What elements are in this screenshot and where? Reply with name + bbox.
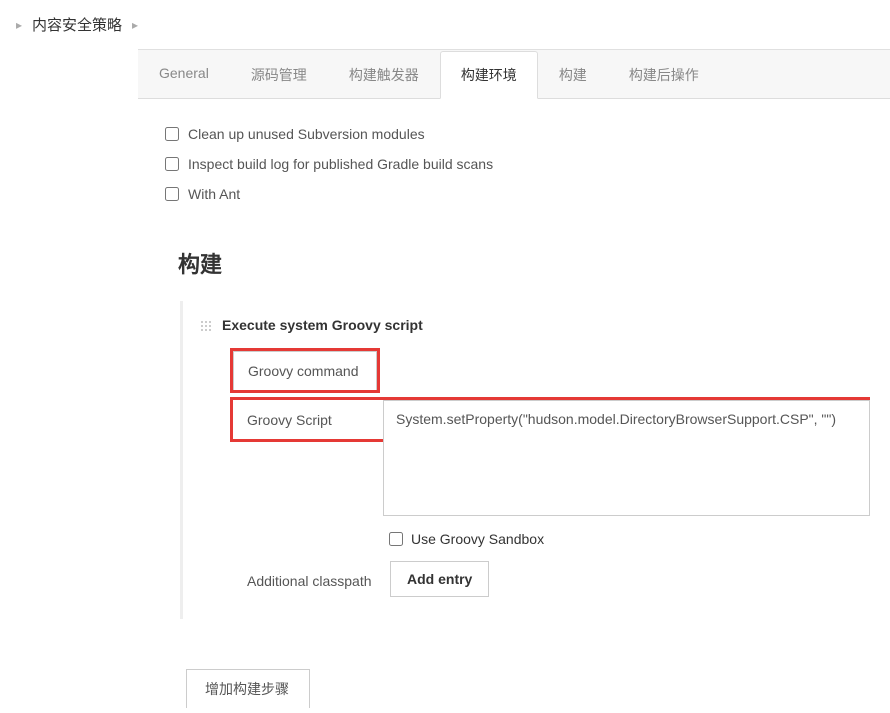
checkbox-with-ant-input[interactable]: [165, 187, 179, 201]
add-step-row: 增加构建步骤: [186, 669, 870, 710]
chevron-right-icon: ▸: [16, 18, 22, 32]
classpath-row: Additional classpath Add entry: [233, 561, 870, 619]
build-step-form: Groovy command Groovy Script System.setP…: [193, 351, 870, 619]
checkbox-inspect-gradle-label: Inspect build log for published Gradle b…: [188, 156, 493, 172]
checkbox-inspect-gradle[interactable]: Inspect build log for published Gradle b…: [158, 149, 870, 179]
build-section-title: 构建: [178, 247, 870, 279]
sandbox-row[interactable]: Use Groovy Sandbox: [233, 519, 870, 561]
groovy-command-row: Groovy command: [233, 351, 870, 390]
tab-post-build[interactable]: 构建后操作: [608, 51, 720, 99]
sandbox-label: Use Groovy Sandbox: [411, 531, 544, 547]
tab-source[interactable]: 源码管理: [230, 51, 328, 99]
chevron-right-icon: ▸: [132, 18, 138, 32]
tab-build[interactable]: 构建: [538, 51, 608, 99]
breadcrumb: ▸ 内容安全策略 ▸: [0, 0, 890, 49]
add-entry-button[interactable]: Add entry: [390, 561, 489, 597]
build-step-title: Execute system Groovy script: [222, 317, 423, 333]
groovy-script-textarea[interactable]: System.setProperty("hudson.model.Directo…: [383, 400, 870, 516]
drag-handle-icon[interactable]: [199, 319, 212, 332]
config-tabs: General 源码管理 构建触发器 构建环境 构建 构建后操作: [138, 50, 890, 99]
sandbox-checkbox[interactable]: [389, 532, 403, 546]
checkbox-clean-svn-label: Clean up unused Subversion modules: [188, 126, 425, 142]
add-build-step-button[interactable]: 增加构建步骤: [186, 669, 310, 708]
build-step-header: Execute system Groovy script: [193, 301, 870, 351]
checkbox-inspect-gradle-input[interactable]: [165, 157, 179, 171]
checkbox-with-ant[interactable]: With Ant: [158, 179, 870, 209]
build-step: Execute system Groovy script Groovy comm…: [180, 301, 870, 619]
checkbox-clean-svn-input[interactable]: [165, 127, 179, 141]
checkbox-with-ant-label: With Ant: [188, 186, 240, 202]
main-content: General 源码管理 构建触发器 构建环境 构建 构建后操作 Clean u…: [138, 49, 890, 710]
groovy-script-label: Groovy Script: [233, 400, 383, 440]
breadcrumb-title[interactable]: 内容安全策略: [32, 14, 122, 35]
groovy-script-row: Groovy Script System.setProperty("hudson…: [233, 400, 870, 519]
classpath-label: Additional classpath: [233, 561, 383, 601]
tab-general[interactable]: General: [138, 51, 230, 99]
tab-build-env[interactable]: 构建环境: [440, 51, 538, 99]
tab-trigger[interactable]: 构建触发器: [328, 51, 440, 99]
checkbox-clean-svn[interactable]: Clean up unused Subversion modules: [158, 119, 870, 149]
tab-content: Clean up unused Subversion modules Inspe…: [138, 99, 890, 710]
groovy-command-tab[interactable]: Groovy command: [233, 351, 377, 390]
